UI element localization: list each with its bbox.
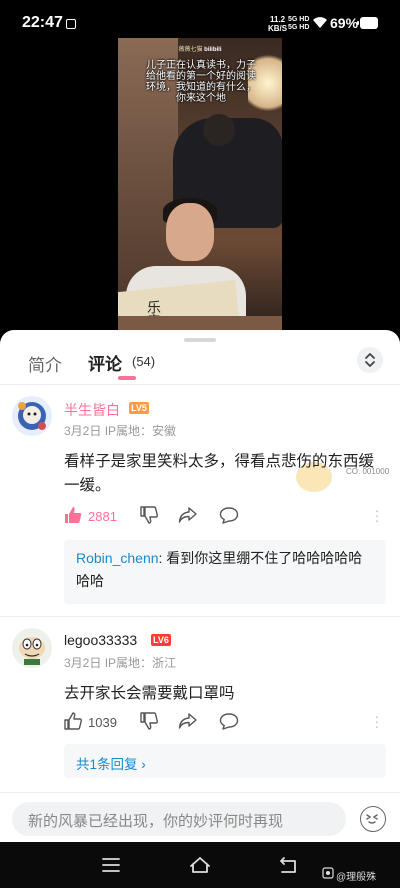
comment-count: (54) — [132, 354, 156, 369]
emoji-face — [366, 814, 378, 824]
net-speed-unit: KB/S — [268, 24, 288, 33]
tab-bar: 简介 评论 (54) — [0, 344, 400, 384]
view-replies-button[interactable]: 共1条回复 › — [64, 744, 386, 778]
comment-date: 3月2日 — [64, 424, 102, 438]
level-badge: LV5 — [129, 402, 149, 414]
reply-content: Robin_chenn: 看到你这里绷不住了哈哈哈哈哈哈哈 — [76, 547, 376, 593]
video-channel-watermark: 薇薇七猫 bilibili — [118, 44, 282, 53]
battery-percent: 69% — [330, 15, 359, 31]
more-options-icon[interactable]: · · · — [374, 709, 380, 733]
comment-panel: 简介 评论 (54) 半生皆白 LV5 3月2日 IP属地：安徽 CO. 001… — [0, 330, 400, 842]
signal-bottom: 5G HD — [288, 24, 310, 31]
comment-username[interactable]: 半生皆白 — [64, 400, 120, 420]
comment-item: 半生皆白 LV5 3月2日 IP属地：安徽 CO. 001000 看样子是家里笑… — [0, 394, 400, 618]
chevron-updown-icon — [365, 353, 375, 367]
reply-icon[interactable] — [219, 712, 239, 730]
drag-handle[interactable] — [184, 338, 216, 342]
avatar[interactable] — [12, 628, 52, 668]
thumbs-down-icon[interactable] — [140, 506, 158, 524]
comment-meta: 3月2日 IP属地：浙江 — [64, 654, 176, 671]
video-boy-head — [166, 203, 214, 261]
net-speed: 11.2 KB/S — [268, 15, 287, 33]
comment-meta: 3月2日 IP属地：安徽 — [64, 422, 176, 439]
reply-username[interactable]: Robin_chenn — [76, 550, 159, 566]
more-options-icon[interactable]: · · · — [374, 503, 380, 527]
wifi-icon — [313, 17, 327, 28]
view-replies-label: 共1条回复 › — [76, 757, 146, 772]
battery-icon — [357, 17, 378, 29]
video-table — [118, 316, 282, 330]
tab-active-indicator — [118, 376, 136, 380]
comment-location: IP属地：浙江 — [104, 656, 177, 670]
comment-text: 看样子是家里笑料太多，得看点悲伤的东西缓一缓。 — [64, 453, 375, 494]
tab-intro[interactable]: 简介 — [28, 351, 62, 376]
comment-username[interactable]: legoo33333 — [64, 632, 137, 648]
level-badge: LV6 — [151, 634, 171, 646]
emoji-icon[interactable] — [360, 806, 386, 832]
share-icon[interactable] — [178, 506, 198, 524]
comment-input-placeholder: 新的风暴已经出现，你的妙评何时再现 — [28, 813, 284, 830]
avatar[interactable] — [12, 396, 52, 436]
comment-text: 去开家长会需要戴口罩吗 — [64, 685, 235, 702]
comment-item: legoo33333 LV6 3月2日 IP属地：浙江 去开家长会需要戴口罩吗 … — [0, 626, 400, 786]
comment-actions: 1039 · · · — [64, 709, 394, 734]
avatar-image — [12, 396, 52, 436]
collapse-button[interactable] — [357, 347, 383, 373]
like-count: 2881 — [88, 509, 117, 524]
comment-input[interactable]: 新的风暴已经出现，你的妙评何时再现 — [12, 802, 346, 836]
like-count: 1039 — [88, 715, 117, 730]
comment-date: 3月2日 — [64, 656, 102, 670]
comment-actions: 2881 · · · — [64, 503, 394, 528]
video-adult-head — [203, 114, 235, 146]
watermark: @理般殊 — [336, 872, 377, 883]
share-icon[interactable] — [178, 712, 198, 730]
reply-preview[interactable]: Robin_chenn: 看到你这里绷不住了哈哈哈哈哈哈哈 — [64, 540, 386, 604]
status-time: 22:47 — [22, 14, 63, 31]
video-channel-brand: bilibili — [204, 47, 222, 53]
thumbs-down-icon[interactable] — [140, 712, 158, 730]
video-caption: 儿子正在认真读书，力子给他看的第一个好的阅读环境，我知道的有什么，你来这个地 — [146, 60, 256, 104]
comment-location: IP属地：安徽 — [104, 424, 177, 438]
signal-top: 5G HD — [288, 16, 310, 23]
tab-divider — [0, 384, 400, 385]
back-icon[interactable] — [279, 856, 299, 874]
video-channel-name: 薇薇七猫 — [178, 47, 203, 53]
video-player[interactable]: 乐章 薇薇七猫 bilibili 儿子正在认真读书，力子给他看的第一个好的阅读环… — [118, 38, 282, 330]
menu-icon[interactable] — [102, 858, 120, 872]
comment-input-bar: 新的风暴已经出现，你的妙评何时再现 — [0, 792, 400, 842]
home-icon[interactable] — [189, 856, 211, 874]
weibo-logo-icon — [322, 867, 334, 879]
tab-comments[interactable]: 评论 — [88, 350, 122, 375]
thumbs-up-icon[interactable] — [64, 506, 82, 524]
notification-icon — [66, 19, 76, 29]
comment-separator — [0, 616, 400, 617]
signal-icon: 5G HD 5G HD — [288, 16, 309, 32]
net-speed-value: 11.2 — [269, 15, 286, 24]
reply-icon[interactable] — [219, 506, 239, 524]
thumbs-up-icon[interactable] — [64, 712, 82, 730]
avatar-image — [12, 628, 52, 668]
